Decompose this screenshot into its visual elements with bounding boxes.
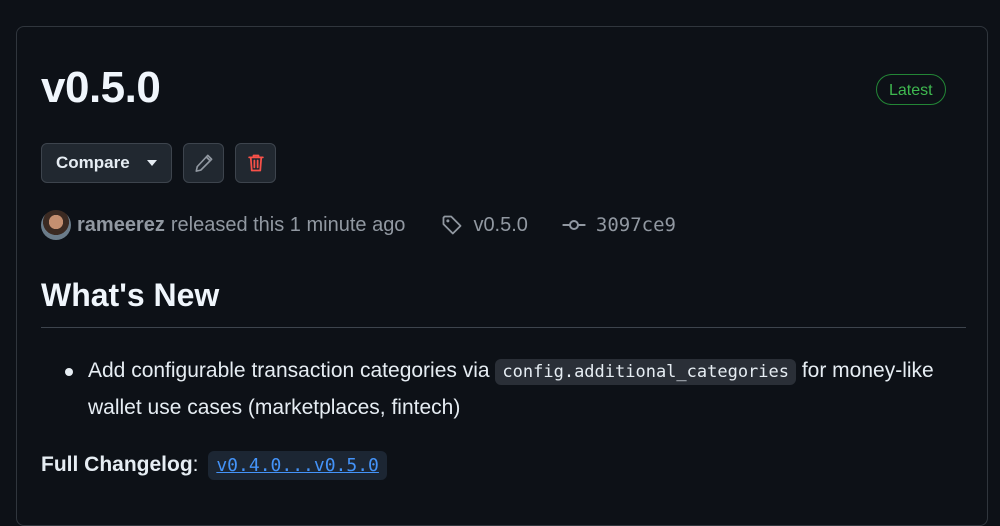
changelog-separator: : bbox=[192, 453, 199, 476]
list-item-text: Add configurable transaction categories … bbox=[88, 359, 496, 382]
bullet-icon bbox=[65, 368, 73, 376]
tag-link[interactable]: v0.5.0 bbox=[441, 213, 528, 237]
avatar[interactable] bbox=[41, 210, 71, 240]
tag-icon bbox=[443, 215, 462, 235]
release-meta: rameerez released this 1 minute ago v0.5… bbox=[41, 209, 941, 241]
full-changelog: Full Changelog: v0.4.0...v0.5.0 bbox=[41, 447, 387, 484]
commit-sha: 3097ce9 bbox=[595, 214, 676, 236]
notes-heading: What's New bbox=[41, 277, 220, 313]
delete-release-button[interactable] bbox=[235, 143, 276, 183]
edit-release-button[interactable] bbox=[183, 143, 224, 183]
compare-button[interactable]: Compare bbox=[41, 143, 172, 183]
chevron-down-icon bbox=[147, 160, 157, 166]
inline-code: config.additional_categories bbox=[495, 359, 796, 385]
list-item: Add configurable transaction categories … bbox=[65, 353, 955, 426]
changelog-label: Full Changelog bbox=[41, 453, 193, 476]
tag-label: v0.5.0 bbox=[473, 213, 528, 236]
commit-link[interactable]: 3097ce9 bbox=[562, 214, 676, 236]
latest-badge: Latest bbox=[876, 74, 946, 105]
trash-icon bbox=[247, 154, 264, 172]
author-link[interactable]: rameerez bbox=[77, 214, 165, 237]
changelog-compare-link[interactable]: v0.4.0...v0.5.0 bbox=[208, 451, 387, 480]
pencil-icon bbox=[194, 154, 212, 172]
commit-icon bbox=[562, 220, 586, 230]
released-time: released this 1 minute ago bbox=[170, 213, 406, 236]
release-title[interactable]: v0.5.0 bbox=[41, 60, 161, 116]
release-card: v0.5.0 Latest Compare rameerez released … bbox=[16, 26, 988, 526]
compare-button-label: Compare bbox=[56, 153, 130, 172]
heading-divider bbox=[41, 327, 966, 328]
release-notes-list: Add configurable transaction categories … bbox=[65, 353, 955, 426]
